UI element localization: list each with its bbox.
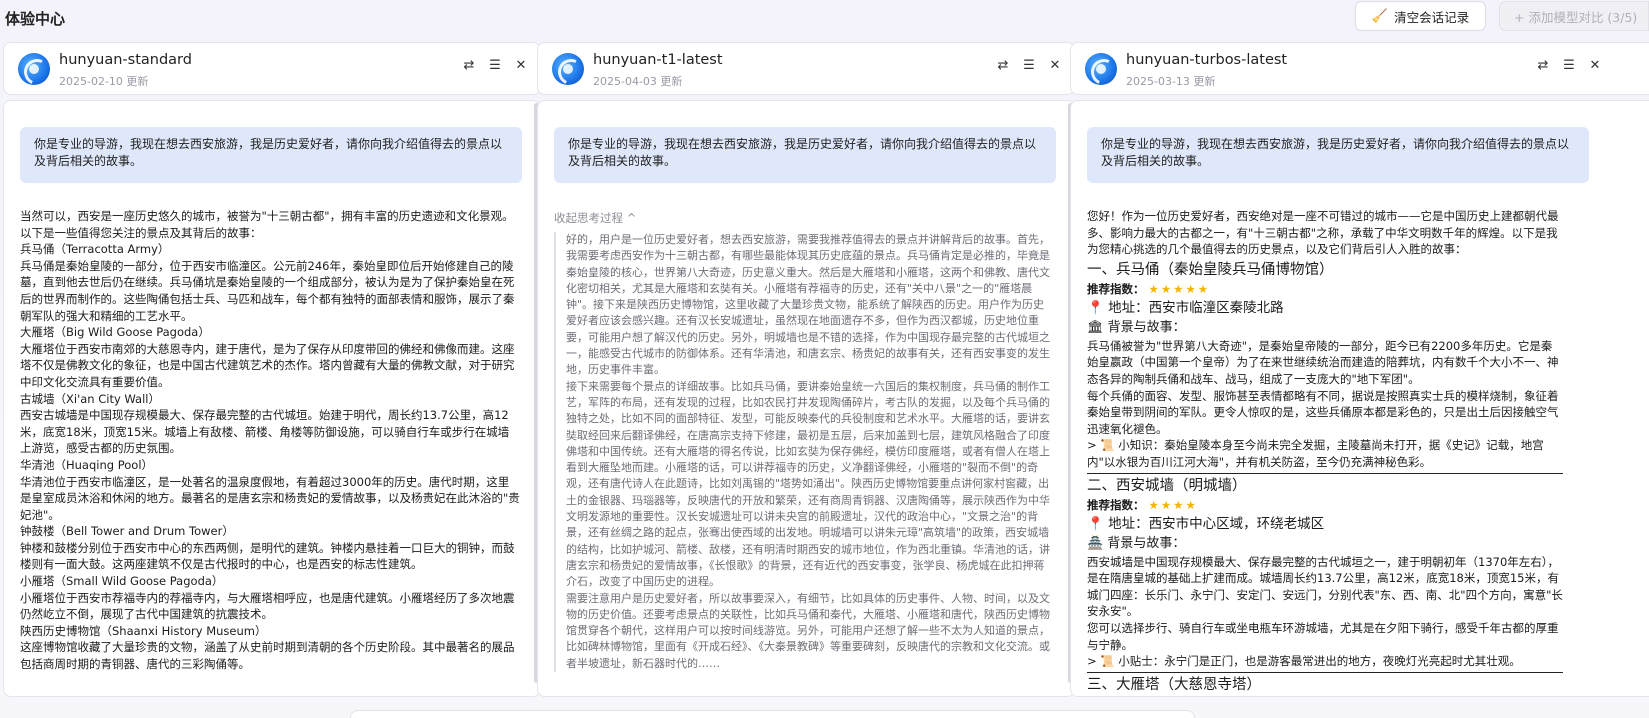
rating-label: 推荐指数：	[1087, 497, 1145, 512]
swap-icon[interactable]: ⇄	[996, 59, 1010, 73]
section-title: 三、大雁塔（大慈恩寺塔）	[1087, 676, 1261, 693]
hunyuan-logo-icon	[552, 53, 584, 85]
address-text: 地址：西安市临潼区秦陵北路	[1108, 299, 1284, 316]
model-header: hunyuan-turbos-latest 2025-03-13 更新 ⇄ ☰ …	[1070, 42, 1649, 95]
model-header: hunyuan-standard 2025-02-10 更新 ⇄ ☰ ✕	[3, 42, 541, 95]
model-updated-date: 2025-02-10 更新	[59, 75, 149, 88]
model-header: hunyuan-t1-latest 2025-04-03 更新 ⇄ ☰ ✕	[537, 42, 1075, 95]
thinking-process: 好的，用户是一位历史爱好者，想去西安旅游，需要我推荐值得去的景点并讲解背后的故事…	[554, 232, 1054, 673]
clear-history-label: 清空会话记录	[1394, 9, 1470, 25]
chat-body[interactable]: 你是专业的导游，我现在想去西安旅游，我是历史爱好者，请你向我介绍值得去的景点以及…	[1070, 100, 1649, 697]
answer-heading: 小雁塔（Small Wild Goose Pagoda）	[20, 574, 224, 589]
close-icon[interactable]: ✕	[514, 59, 528, 73]
location-pin-icon: 📍	[1087, 299, 1104, 316]
model-updated-date: 2025-03-13 更新	[1126, 75, 1216, 88]
model-updated-date: 2025-04-03 更新	[593, 75, 683, 88]
answer-paragraph: 大雁塔位于西安市南郊的大慈恩寺内，建于唐代，是为了保存从印度带回的佛经和佛像而建…	[20, 341, 515, 389]
answer-intro: 您好！作为一位历史爱好者，西安绝对是一座不可错过的城市——它是中国历史上建都朝代…	[1087, 209, 1559, 257]
input-bar-edge[interactable]	[350, 710, 1195, 718]
add-model-compare-button[interactable]: + 添加模型对比 (3/5)	[1499, 1, 1649, 31]
model-panel-3: hunyuan-turbos-latest 2025-03-13 更新 ⇄ ☰ …	[1070, 42, 1649, 697]
rating-label: 推荐指数：	[1087, 281, 1145, 296]
section-title: 二、西安城墙（明城墙）	[1087, 477, 1247, 494]
user-query: 你是专业的导游，我现在想去西安旅游，我是历史爱好者，请你向我介绍值得去的景点以及…	[554, 127, 1056, 183]
user-query: 你是专业的导游，我现在想去西安旅游，我是历史爱好者，请你向我介绍值得去的景点以及…	[20, 127, 522, 183]
tip-note: > 📜 小知识：秦始皇陵本身至今尚未完全发掘，主陵墓尚未打开，据《史记》记载，地…	[1087, 437, 1563, 474]
model-name: hunyuan-standard	[59, 52, 192, 68]
address-line: 📍 地址：西安市中心区域，环绕老城区	[1087, 514, 1563, 534]
thinking-paragraph: 好的，用户是一位历史爱好者，想去西安旅游，需要我推荐值得去的景点并讲解背后的故事…	[566, 233, 1050, 377]
answer-heading: 大雁塔（Big Wild Goose Pagoda）	[20, 325, 210, 340]
close-icon[interactable]: ✕	[1588, 59, 1602, 73]
story-paragraph: 每个兵俑的面容、发型、服饰甚至表情都略有不同，据说是按照真实士兵的模样烧制，象征…	[1087, 388, 1559, 436]
assistant-answer: 当然可以，西安是一座历史悠久的城市，被誉为"十三朝古都"，拥有丰富的历史遗迹和文…	[20, 208, 520, 673]
story-label: 背景与故事：	[1107, 319, 1186, 335]
swap-icon[interactable]: ⇄	[462, 59, 476, 73]
collapse-thinking-toggle[interactable]: 收起思考过程 ^	[554, 210, 636, 226]
model-name: hunyuan-turbos-latest	[1126, 52, 1288, 68]
story-heading: 🏛 背景与故事：	[1087, 318, 1563, 338]
user-query: 你是专业的导游，我现在想去西安旅游，我是历史爱好者，请你向我介绍值得去的景点以及…	[1087, 127, 1589, 183]
answer-paragraph: 华清池位于西安市临潼区，是一处著名的温泉度假地，有着超过3000年的历史。唐代时…	[20, 474, 520, 522]
story-paragraph: 西安城墙是中国现存规模最大、保存最完整的古代城垣之一，建于明朝初年（1370年左…	[1087, 554, 1563, 619]
location-pin-icon: 📍	[1087, 515, 1104, 532]
close-icon[interactable]: ✕	[1048, 59, 1062, 73]
story-heading: 🏯 背景与故事：	[1087, 534, 1563, 554]
answer-paragraph: 小雁塔位于西安市荐福寺内的荐福寺内，与大雁塔相呼应，也是唐代建筑。小雁塔经历了多…	[20, 590, 515, 622]
chat-body[interactable]: 你是专业的导游，我现在想去西安旅游，我是历史爱好者，请你向我介绍值得去的景点以及…	[3, 100, 541, 697]
address-line: 📍 地址：西安市临潼区秦陵北路	[1087, 298, 1563, 318]
tip-note: > 📜 小贴士：永宁门是正门，也是游客最常进出的地方，夜晚灯光亮起时尤其壮观。	[1087, 653, 1563, 673]
hunyuan-logo-icon	[18, 53, 50, 85]
model-panel-1: hunyuan-standard 2025-02-10 更新 ⇄ ☰ ✕ 你是专…	[3, 42, 541, 697]
star-rating-icon: ★★★★	[1148, 497, 1198, 512]
castle-icon: 🏯	[1087, 535, 1104, 551]
rating-line: 推荐指数： ★★★★★	[1087, 281, 1563, 298]
answer-paragraph: 西安古城墙是中国现存规模最大、保存最完整的古代城垣。始建于明代，周长约13.7公…	[20, 408, 510, 456]
settings-sliders-icon[interactable]: ☰	[1022, 59, 1036, 73]
thinking-paragraph: 接下来需要每个景点的详细故事。比如兵马俑，要讲秦始皇统一六国后的集权制度，兵马俑…	[566, 379, 1050, 589]
add-model-label: + 添加模型对比 (3/5)	[1514, 9, 1638, 25]
settings-sliders-icon[interactable]: ☰	[488, 59, 502, 73]
top-bar: 体验中心 🧹 清空会话记录 + 添加模型对比 (3/5)	[0, 0, 1649, 36]
settings-sliders-icon[interactable]: ☰	[1562, 59, 1576, 73]
chat-body[interactable]: 你是专业的导游，我现在想去西安旅游，我是历史爱好者，请你向我介绍值得去的景点以及…	[537, 100, 1075, 697]
answer-heading: 陕西历史博物馆（Shaanxi History Museum）	[20, 623, 267, 638]
story-paragraph: 兵马俑被誉为"世界第八大奇迹"，是秦始皇帝陵的一部分，距今已有2200多年历史。…	[1087, 338, 1559, 386]
answer-paragraph: 兵马俑是秦始皇陵的一部分，位于西安市临潼区。公元前246年，秦始皇即位后开始修建…	[20, 258, 515, 323]
broom-icon: 🧹	[1371, 8, 1389, 24]
page-title: 体验中心	[5, 10, 66, 28]
answer-heading: 古城墙（Xi'an City Wall）	[20, 391, 160, 406]
rating-line: 推荐指数： ★★★★	[1087, 497, 1563, 514]
model-name: hunyuan-t1-latest	[593, 52, 723, 68]
assistant-answer: 您好！作为一位历史爱好者，西安绝对是一座不可错过的城市——它是中国历史上建都朝代…	[1087, 208, 1563, 696]
answer-paragraph: 这座博物馆收藏了大量珍贵的文物，涵盖了从史前时期到清朝的各个历史阶段。其中最著名…	[20, 640, 515, 672]
answer-heading: 钟鼓楼（Bell Tower and Drum Tower）	[20, 524, 234, 539]
swap-icon[interactable]: ⇄	[1536, 59, 1550, 73]
answer-heading: 兵马俑（Terracotta Army）	[20, 242, 170, 257]
museum-icon: 🏛	[1087, 319, 1104, 335]
address-text: 地址：西安市中心区域，环绕老城区	[1108, 515, 1325, 532]
section-title: 一、兵马俑（秦始皇陵兵马俑博物馆）	[1087, 261, 1334, 278]
answer-paragraph: 当然可以，西安是一座历史悠久的城市，被誉为"十三朝古都"，拥有丰富的历史遗迹和文…	[20, 209, 514, 240]
answer-heading: 华清池（Huaqing Pool）	[20, 457, 154, 472]
thinking-paragraph: 需要注意用户是历史爱好者，所以故事要深入，有细节，比如具体的历史事件、人物、时间…	[566, 591, 1050, 670]
answer-paragraph: 钟楼和鼓楼分别位于西安市中心的东西两侧，是明代的建筑。钟楼内悬挂着一口巨大的铜钟…	[20, 540, 515, 572]
model-tools: ⇄ ☰ ✕	[1536, 59, 1602, 73]
clear-history-button[interactable]: 🧹 清空会话记录	[1355, 1, 1486, 31]
story-label: 背景与故事：	[1107, 535, 1186, 551]
hunyuan-logo-icon	[1085, 53, 1117, 85]
star-rating-icon: ★★★★★	[1148, 281, 1211, 296]
model-panel-2: hunyuan-t1-latest 2025-04-03 更新 ⇄ ☰ ✕ 你是…	[537, 42, 1075, 697]
model-tools: ⇄ ☰ ✕	[996, 59, 1062, 73]
model-tools: ⇄ ☰ ✕	[462, 59, 528, 73]
story-paragraph: 您可以选择步行、骑自行车或坐电瓶车环游城墙，尤其是在夕阳下骑行，感受千年古都的厚…	[1087, 620, 1559, 652]
